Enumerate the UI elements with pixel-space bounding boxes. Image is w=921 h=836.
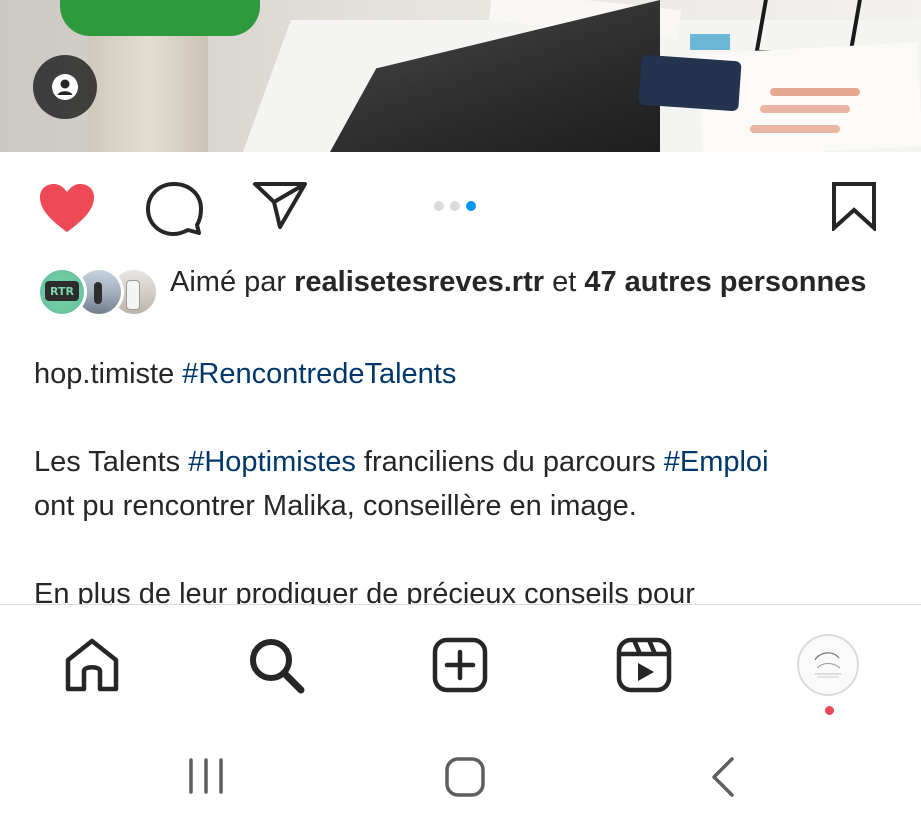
photo-person-shirt [60, 0, 260, 36]
avatar: RTR [37, 267, 87, 317]
like-button[interactable] [36, 180, 98, 236]
system-nav-bar [0, 722, 921, 836]
system-back-button[interactable] [708, 756, 738, 798]
photo-swatch [760, 105, 850, 113]
photo-phone [638, 54, 742, 112]
comment-icon [146, 182, 203, 236]
caption-username[interactable]: hop.timiste [34, 358, 174, 390]
recents-icon [189, 758, 223, 794]
carousel-dot [450, 201, 460, 211]
caption-text: franciliens du parcours [355, 446, 664, 478]
nav-home-button[interactable] [60, 633, 124, 697]
liker-avatars[interactable]: RTR [37, 267, 159, 317]
profile-logo-icon [805, 642, 851, 688]
caption-line: hop.timiste #RencontredeTalents [34, 352, 904, 396]
profile-avatar [797, 634, 859, 696]
post-photo[interactable] [0, 0, 921, 152]
photo-blue-object [690, 34, 730, 50]
nav-profile-button[interactable] [796, 633, 860, 697]
caption-text: ont pu rencontrer Malika, conseillère en… [34, 490, 637, 522]
plus-square-icon [432, 637, 488, 693]
hashtag-link[interactable]: #RencontredeTalents [182, 358, 456, 390]
system-home-icon [445, 757, 485, 797]
likes-others-link[interactable]: 47 autres personnes [584, 266, 866, 298]
hashtag-link[interactable]: #Emploi [664, 446, 769, 478]
nav-reels-button[interactable] [612, 633, 676, 697]
hashtag-link[interactable]: #Hoptimistes [188, 446, 356, 478]
bookmark-icon [832, 182, 876, 231]
system-recents-button[interactable] [186, 758, 228, 794]
comment-button[interactable] [144, 180, 204, 238]
search-icon [250, 639, 305, 694]
system-home-button[interactable] [444, 756, 486, 798]
likes-user-link[interactable]: realisetesreves.rtr [294, 266, 544, 298]
person-tag-icon [52, 74, 78, 100]
home-icon [65, 638, 119, 692]
paper-plane-icon [253, 182, 307, 229]
nav-search-button[interactable] [244, 633, 308, 697]
back-chevron-icon [712, 757, 734, 797]
carousel-indicator [434, 200, 476, 212]
carousel-dot [434, 201, 444, 211]
likes-prefix: Aimé par [170, 266, 295, 298]
likes-text[interactable]: Aimé par realisetesreves.rtr et 47 autre… [170, 263, 910, 302]
heart-filled-icon [40, 184, 94, 232]
photo-swatch [770, 88, 860, 96]
photo-swatch [750, 125, 840, 133]
caption-text: Les Talents [34, 446, 189, 478]
save-button[interactable] [830, 180, 878, 232]
nav-create-button[interactable] [428, 633, 492, 697]
share-button[interactable] [252, 180, 308, 230]
profile-notification-dot [825, 706, 834, 715]
carousel-dot-active [466, 201, 476, 211]
reels-icon [616, 637, 672, 693]
photo-person [88, 20, 208, 152]
caption-paragraph: Les Talents #Hoptimistes franciliens du … [34, 440, 904, 528]
bottom-nav [0, 604, 921, 723]
user-tag-button[interactable] [33, 55, 97, 119]
likes-middle: et [544, 266, 585, 298]
post-caption: hop.timiste #RencontredeTalents Les Tale… [34, 352, 904, 616]
